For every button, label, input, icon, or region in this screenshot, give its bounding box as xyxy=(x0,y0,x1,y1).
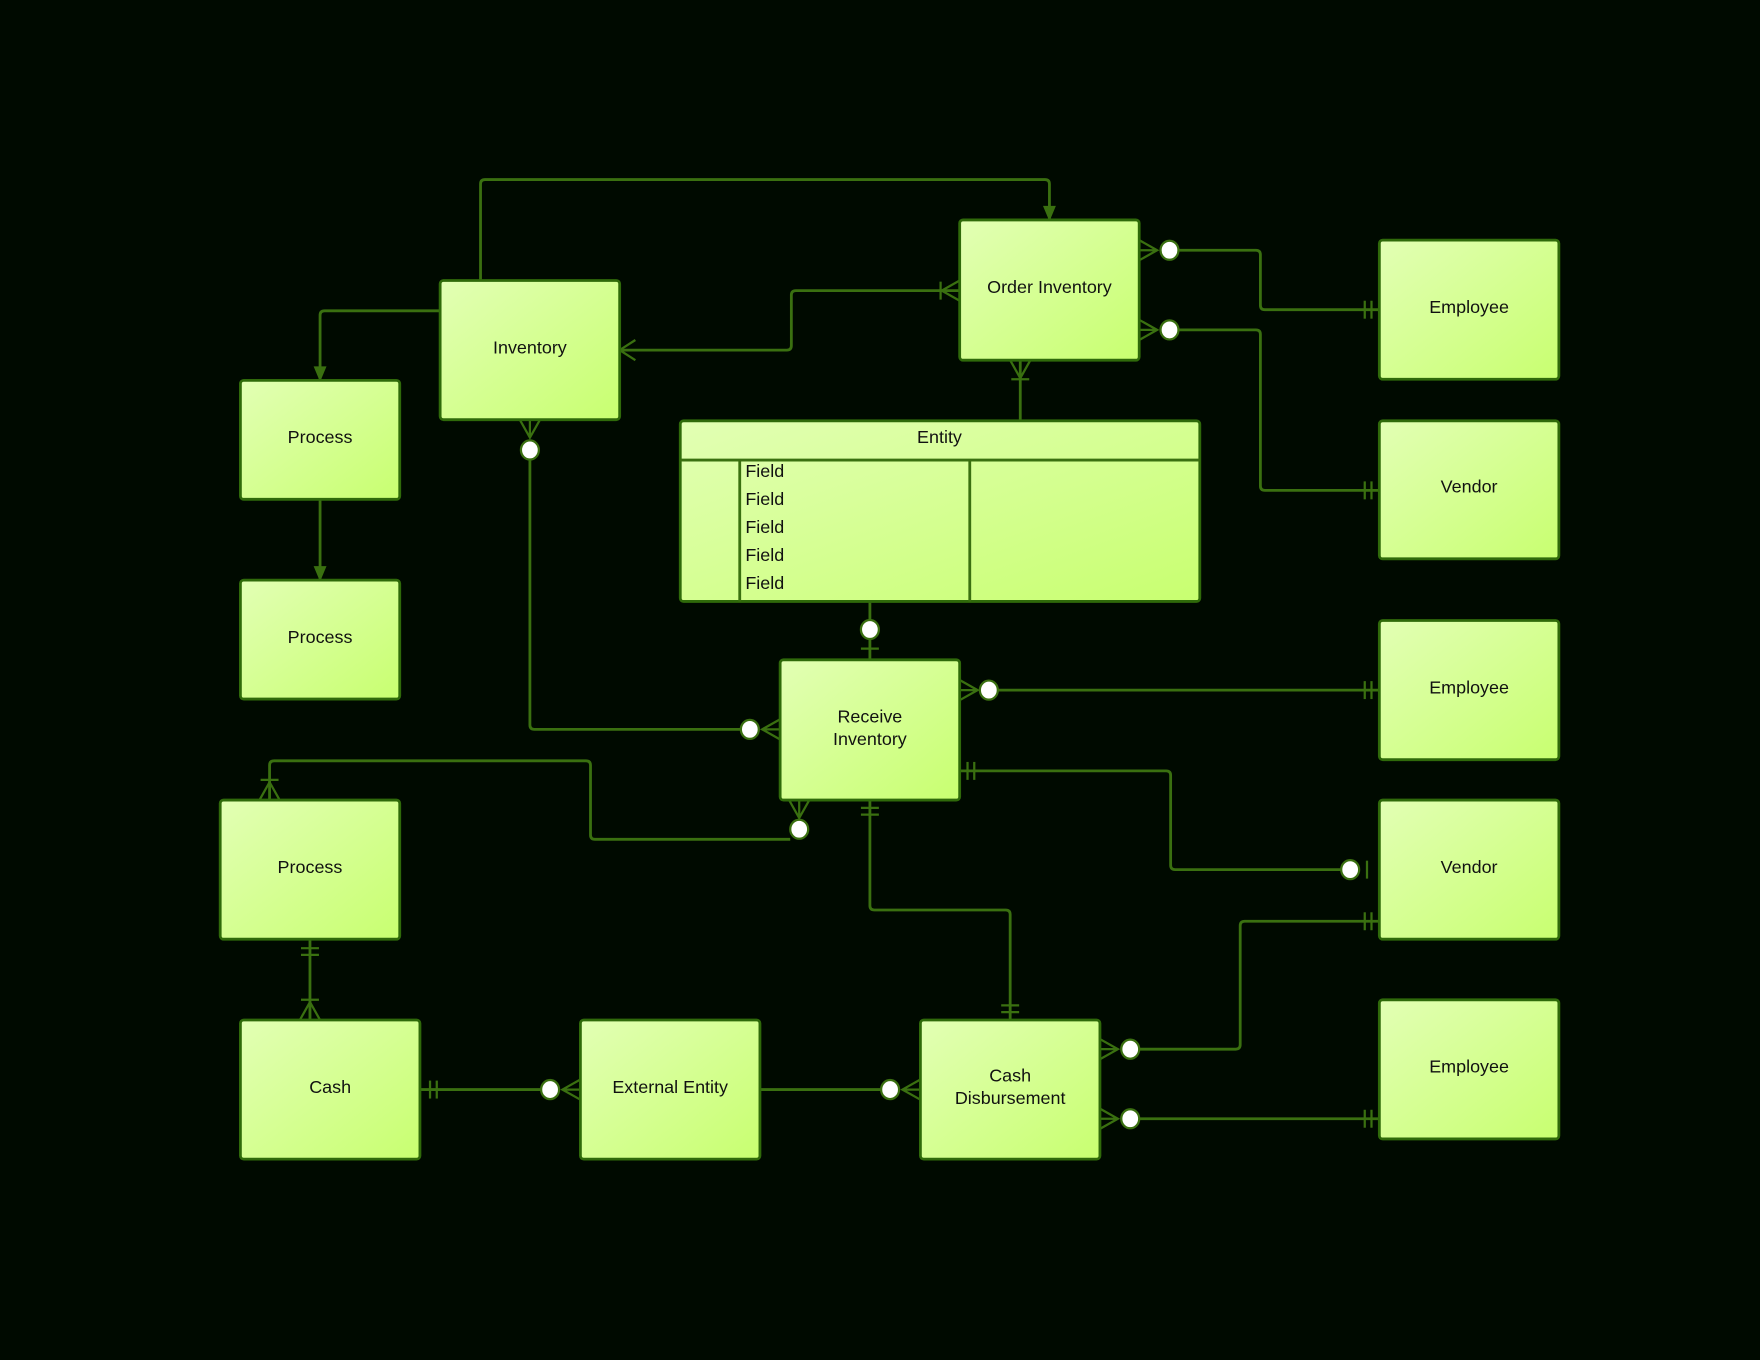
employee-label: Employee xyxy=(1429,297,1509,317)
optional-circle-icon xyxy=(540,1078,561,1101)
receive-inventory-label-line1: Receive xyxy=(837,707,902,727)
receive-inventory-box[interactable]: Receive Inventory xyxy=(778,658,962,802)
employee-label: Employee xyxy=(1429,1057,1509,1077)
vendor-label: Vendor xyxy=(1441,857,1498,877)
inventory-label: Inventory xyxy=(493,337,567,357)
vendor-box-2[interactable]: Vendor xyxy=(1377,798,1561,941)
optional-circle-icon xyxy=(1120,1038,1141,1060)
process-box-1[interactable]: Process xyxy=(238,378,402,501)
optional-circle-icon xyxy=(859,618,881,641)
order-inventory-label: Order Inventory xyxy=(987,277,1112,297)
entity-field: Field xyxy=(745,573,784,593)
inventory-box[interactable]: Inventory xyxy=(438,279,622,422)
optional-circle-icon xyxy=(789,818,810,840)
vendor-label: Vendor xyxy=(1441,477,1498,497)
optional-circle-icon xyxy=(1340,858,1361,881)
entity-field: Field xyxy=(745,489,784,509)
optional-circle-icon xyxy=(1120,1108,1141,1130)
external-entity-box[interactable]: External Entity xyxy=(578,1018,762,1161)
cash-disbursement-label-line1: Cash xyxy=(989,1066,1031,1086)
vendor-box-1[interactable]: Vendor xyxy=(1377,419,1561,561)
external-entity-label: External Entity xyxy=(612,1077,728,1097)
process-box-2[interactable]: Process xyxy=(238,578,402,701)
process-label: Process xyxy=(288,427,353,447)
entity-title: Entity xyxy=(917,427,962,447)
entity-table[interactable]: Entity Field Field Field Field Field xyxy=(678,419,1202,603)
process-label: Process xyxy=(278,857,343,877)
receive-inventory-label-line2: Inventory xyxy=(833,729,907,749)
optional-circle-icon xyxy=(739,718,760,741)
process-label: Process xyxy=(288,627,353,647)
optional-circle-icon xyxy=(1159,319,1180,341)
optional-circle-icon xyxy=(880,1078,901,1101)
cash-disbursement-label-line2: Disbursement xyxy=(955,1088,1066,1108)
optional-circle-icon xyxy=(978,679,999,701)
cash-label: Cash xyxy=(309,1077,351,1097)
er-diagram: Inventory Order Inventory Process Proces… xyxy=(0,0,1760,1360)
process-box-3[interactable]: Process xyxy=(218,798,402,941)
entity-field: Field xyxy=(745,517,784,537)
employee-label: Employee xyxy=(1429,677,1509,697)
employee-box-3[interactable]: Employee xyxy=(1377,998,1561,1141)
employee-box-2[interactable]: Employee xyxy=(1377,619,1561,762)
cash-box[interactable]: Cash xyxy=(238,1018,422,1161)
order-inventory-box[interactable]: Order Inventory xyxy=(958,218,1141,362)
entity-field: Field xyxy=(745,545,784,565)
optional-circle-icon xyxy=(519,439,541,461)
employee-box-1[interactable]: Employee xyxy=(1377,238,1561,381)
entity-field: Field xyxy=(745,461,784,481)
optional-circle-icon xyxy=(1159,239,1180,261)
cash-disbursement-box[interactable]: Cash Disbursement xyxy=(918,1018,1102,1161)
